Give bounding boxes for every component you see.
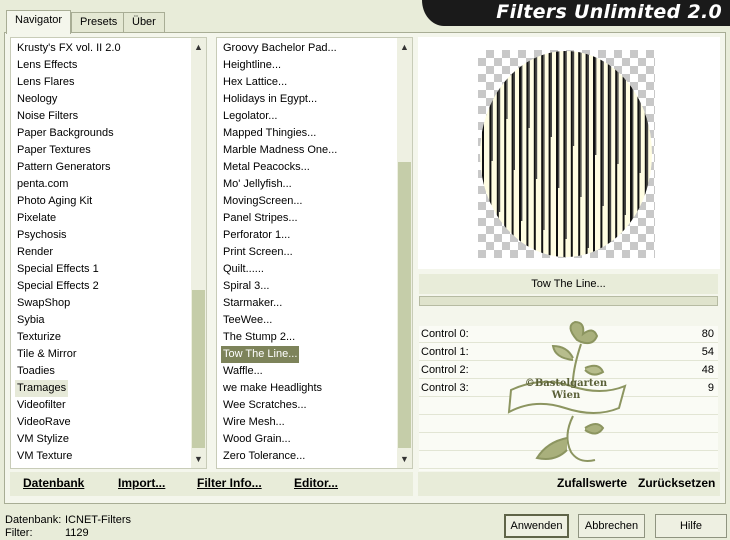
filter-scrollbar[interactable]: ▲ ▼ xyxy=(397,38,412,468)
category-list-item[interactable]: Videofilter xyxy=(15,397,68,414)
filter-list-item[interactable]: Mapped Thingies... xyxy=(221,125,318,142)
editor-button[interactable]: Editor... xyxy=(294,476,338,490)
zufallswerte-button[interactable]: Zufallswerte xyxy=(557,476,627,490)
category-list-item[interactable]: Pattern Generators xyxy=(15,159,113,176)
control-label: Control 2: xyxy=(421,364,469,376)
category-list-item[interactable]: Lens Effects xyxy=(15,57,79,74)
category-list-item[interactable]: SwapShop xyxy=(15,295,72,312)
scroll-down-icon[interactable]: ▼ xyxy=(191,452,206,466)
zuruecksetzen-button[interactable]: Zurücksetzen xyxy=(638,476,715,490)
category-list-item[interactable]: Neology xyxy=(15,91,59,108)
apply-button[interactable]: Anwenden xyxy=(504,514,569,538)
category-scrollbar[interactable]: ▲ ▼ xyxy=(191,38,206,468)
category-list-item[interactable]: VM Stylize xyxy=(15,431,71,448)
category-list-item[interactable]: Noise Filters xyxy=(15,108,80,125)
filter-list-item[interactable]: Wire Mesh... xyxy=(221,414,287,431)
category-list-item[interactable]: penta.com xyxy=(15,176,70,193)
filter-list-item[interactable]: Spiral 3... xyxy=(221,278,271,295)
filter-list-item[interactable]: Perforator 1... xyxy=(221,227,292,244)
filter-list-item[interactable]: Quilt...... xyxy=(221,261,266,278)
category-list-item[interactable]: Photo Aging Kit xyxy=(15,193,94,210)
tab-uber[interactable]: Über xyxy=(123,12,165,33)
category-list-item[interactable]: Texturize xyxy=(15,329,63,346)
progress-bar xyxy=(419,296,718,306)
category-list-item[interactable]: Psychosis xyxy=(15,227,69,244)
filter-list-item[interactable]: Holidays in Egypt... xyxy=(221,91,319,108)
filter-list-item[interactable]: Legolator... xyxy=(221,108,279,125)
help-button[interactable]: Hilfe xyxy=(655,514,727,538)
filter-list-item[interactable]: Starmaker... xyxy=(221,295,284,312)
filter-list-item[interactable]: Zero Tolerance... xyxy=(221,448,307,465)
control-label: Control 3: xyxy=(421,382,469,394)
status-datenbank-value: ICNET-Filters xyxy=(65,514,131,526)
category-list-item[interactable]: VM Texture xyxy=(15,448,74,465)
cancel-button[interactable]: Abbrechen xyxy=(578,514,645,538)
control-value: 80 xyxy=(701,328,714,340)
control-value: 9 xyxy=(707,382,714,394)
category-list-item[interactable]: Tile & Mirror xyxy=(15,346,78,363)
category-list-item[interactable]: Special Effects 2 xyxy=(15,278,101,295)
preview-image xyxy=(480,51,652,257)
filter-list-item[interactable]: Marble Madness One... xyxy=(221,142,339,159)
filter-list-item[interactable]: Groovy Bachelor Pad... xyxy=(221,40,339,57)
filter-scroll-thumb[interactable] xyxy=(398,162,411,448)
category-list-item[interactable]: Paper Textures xyxy=(15,142,93,159)
category-list-item[interactable]: VideoRave xyxy=(15,414,73,431)
datenbank-button[interactable]: Datenbank xyxy=(23,476,84,490)
filter-list-item[interactable]: Print Screen... xyxy=(221,244,295,261)
scroll-down-icon[interactable]: ▼ xyxy=(397,452,412,466)
controls-panel: Control 0: 80 Control 1: 54 Control 2: 4… xyxy=(419,320,718,471)
status-filter-label: Filter: xyxy=(5,527,33,539)
category-list-item[interactable]: Pixelate xyxy=(15,210,58,227)
tab-presets[interactable]: Presets xyxy=(71,12,127,33)
filter-list-item[interactable]: Panel Stripes... xyxy=(221,210,300,227)
category-list-item[interactable]: Sybia xyxy=(15,312,47,329)
current-filter-name: Tow The Line... xyxy=(419,274,718,294)
category-scroll-thumb[interactable] xyxy=(192,290,205,448)
control-value: 54 xyxy=(701,346,714,358)
filter-list-item[interactable]: we make Headlights xyxy=(221,380,324,397)
watermark-text: ©Bastelgarten Wien xyxy=(524,378,608,401)
filter-list-item[interactable]: The Stump 2... xyxy=(221,329,297,346)
app-title: Filters Unlimited 2.0 xyxy=(496,1,722,23)
control-value: 48 xyxy=(701,364,714,376)
filter-info-button[interactable]: Filter Info... xyxy=(197,476,262,490)
filter-list-item[interactable]: Wood Grain... xyxy=(221,431,293,448)
category-list-item[interactable]: Tramages xyxy=(15,380,69,397)
category-list[interactable]: Krusty's FX vol. II 2.0 Lens Effects Lens … xyxy=(10,37,207,469)
filter-list-item[interactable]: Hex Lattice... xyxy=(221,74,289,91)
import-button[interactable]: Import... xyxy=(118,476,165,490)
category-list-item[interactable]: Special Effects 1 xyxy=(15,261,101,278)
status-filter-value: 1129 xyxy=(65,527,89,539)
category-list-item[interactable]: Render xyxy=(15,244,55,261)
control-label: Control 1: xyxy=(421,346,469,358)
category-list-item[interactable]: Krusty's FX vol. II 2.0 xyxy=(15,40,123,57)
app-title-banner: Filters Unlimited 2.0 xyxy=(422,0,730,26)
filter-list-item[interactable]: Heightline... xyxy=(221,57,283,74)
filter-list-item[interactable]: TeeWee... xyxy=(221,312,274,329)
filter-preview xyxy=(478,50,655,258)
filter-list-item[interactable]: Mo' Jellyfish... xyxy=(221,176,294,193)
filter-list-item[interactable]: MovingScreen... xyxy=(221,193,304,210)
filter-list-item[interactable]: Metal Peacocks... xyxy=(221,159,312,176)
filter-list-item[interactable]: Wee Scratches... xyxy=(221,397,309,414)
status-datenbank-label: Datenbank: xyxy=(5,514,62,526)
filter-list[interactable]: Groovy Bachelor Pad... Heightline... Hex L… xyxy=(216,37,413,469)
control-label: Control 0: xyxy=(421,328,469,340)
category-list-item[interactable]: Toadies xyxy=(15,363,57,380)
category-list-item[interactable]: Paper Backgrounds xyxy=(15,125,116,142)
filter-list-item[interactable]: Tow The Line... xyxy=(221,346,300,363)
tab-navigator[interactable]: Navigator xyxy=(6,10,72,34)
category-list-item[interactable]: Lens Flares xyxy=(15,74,76,91)
filter-list-item[interactable]: Waffle... xyxy=(221,363,265,380)
scroll-up-icon[interactable]: ▲ xyxy=(191,40,206,54)
scroll-up-icon[interactable]: ▲ xyxy=(397,40,412,54)
